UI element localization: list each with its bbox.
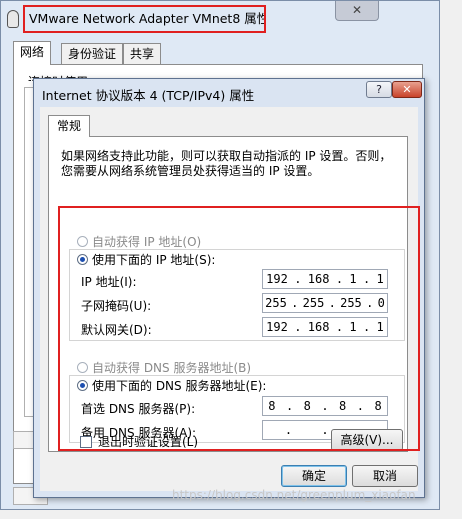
octet-dot: . — [294, 272, 302, 286]
ip-octet: 1 — [376, 272, 384, 286]
subnet-mask-input[interactable]: 255. 255. 255. 0 — [262, 293, 388, 313]
ip-octet: 1 — [349, 320, 357, 334]
ip-octet: 168 — [307, 320, 330, 334]
manual-dns-label: 使用下面的 DNS 服务器地址(E): — [92, 379, 267, 393]
ip-address-label: IP 地址(I): — [81, 275, 137, 289]
tab-network[interactable]: 网络 — [13, 41, 52, 65]
octet-dot: . — [328, 296, 336, 310]
octet-dot: . — [284, 423, 293, 437]
cancel-button[interactable]: 取消 — [352, 465, 418, 487]
ip-octet: 168 — [307, 272, 330, 286]
octet-dot: . — [335, 272, 344, 286]
manual-ip-option[interactable]: 使用下面的 IP 地址(S): — [77, 251, 215, 268]
validate-on-exit-label: 退出时验证设置(L) — [98, 435, 199, 449]
general-panel: 如果网络支持此功能，则可以获取自动指派的 IP 设置。否则，您需要从网络系统管理… — [48, 136, 408, 452]
ip-address-input[interactable]: 192. 168. 1. 1 — [262, 269, 388, 289]
adapter-window-title: VMware Network Adapter VMnet8 属性 — [23, 5, 266, 33]
ip-octet: 8 — [303, 399, 311, 413]
preferred-dns-label: 首选 DNS 服务器(P): — [81, 402, 196, 416]
octet-dot: . — [362, 272, 371, 286]
octet-dot: . — [291, 296, 299, 310]
ip-octet: 192 — [266, 272, 288, 286]
ip-octet: 1 — [376, 320, 384, 334]
octet-dot: . — [294, 320, 302, 334]
octet-dot: . — [321, 423, 329, 437]
subnet-mask-label: 子网掩码(U): — [81, 299, 152, 313]
auto-ip-option[interactable]: 自动获得 IP 地址(O) — [77, 233, 201, 250]
dialog-body: 常规 如果网络支持此功能，则可以获取自动指派的 IP 设置。否则，您需要从网络系… — [40, 107, 420, 491]
auto-ip-label: 自动获得 IP 地址(O) — [92, 235, 202, 249]
help-button[interactable]: ? — [366, 81, 392, 98]
ip-octet: 192 — [266, 320, 288, 334]
watermark-text: https://blog.csdn.net/greenplum_xiaofan — [172, 488, 416, 502]
ip-octet: 255 — [302, 296, 325, 310]
adapter-window-close-button[interactable]: ✕ — [335, 1, 379, 21]
octet-dot: . — [362, 320, 371, 334]
tab-authentication[interactable]: 身份验证 — [61, 43, 124, 64]
network-adapter-icon — [7, 10, 19, 28]
ip-octet: 8 — [374, 399, 382, 413]
adapter-window-titlebar: VMware Network Adapter VMnet8 属性 ✕ — [1, 1, 439, 37]
description-text: 如果网络支持此功能，则可以获取自动指派的 IP 设置。否则，您需要从网络系统管理… — [61, 149, 392, 178]
octet-dot: . — [356, 399, 364, 413]
octet-dot: . — [366, 296, 374, 310]
default-gateway-input[interactable]: 192. 168. 1. 1 — [262, 317, 388, 337]
ip-octet: 8 — [268, 399, 276, 413]
octet-dot: . — [285, 399, 294, 413]
octet-dot: . — [335, 320, 344, 334]
ip-octet: 1 — [349, 272, 357, 286]
tab-sharing[interactable]: 共享 — [123, 43, 162, 64]
ok-button[interactable]: 确定 — [281, 465, 347, 487]
manual-dns-radio[interactable] — [77, 380, 88, 391]
auto-ip-radio[interactable] — [77, 236, 88, 247]
adapter-window-control[interactable] — [13, 431, 35, 449]
octet-dot: . — [321, 399, 329, 413]
ip-octet: 255 — [265, 296, 287, 310]
tab-general[interactable]: 常规 — [48, 115, 91, 137]
manual-dns-option[interactable]: 使用下面的 DNS 服务器地址(E): — [77, 377, 266, 394]
ip-octet: 0 — [377, 296, 385, 310]
auto-dns-radio[interactable] — [77, 362, 88, 373]
validate-on-exit-checkbox[interactable] — [80, 435, 92, 448]
advanced-button[interactable]: 高级(V)... — [331, 429, 403, 451]
ipv4-properties-dialog: Internet 协议版本 4 (TCP/IPv4) 属性 ? ✕ 常规 如果网… — [33, 78, 425, 498]
manual-ip-radio[interactable] — [77, 254, 88, 265]
manual-ip-label: 使用下面的 IP 地址(S): — [92, 253, 216, 267]
dialog-close-button[interactable]: ✕ — [392, 81, 422, 98]
ip-octet: 255 — [340, 296, 362, 310]
auto-dns-option[interactable]: 自动获得 DNS 服务器地址(B) — [77, 359, 251, 376]
validate-on-exit-option[interactable]: 退出时验证设置(L) — [80, 433, 198, 450]
ip-octet: 8 — [339, 399, 347, 413]
dialog-title: Internet 协议版本 4 (TCP/IPv4) 属性 — [42, 88, 255, 103]
default-gateway-label: 默认网关(D): — [81, 323, 152, 337]
auto-dns-label: 自动获得 DNS 服务器地址(B) — [92, 361, 252, 375]
preferred-dns-input[interactable]: 8. 8. 8. 8 — [262, 396, 388, 416]
